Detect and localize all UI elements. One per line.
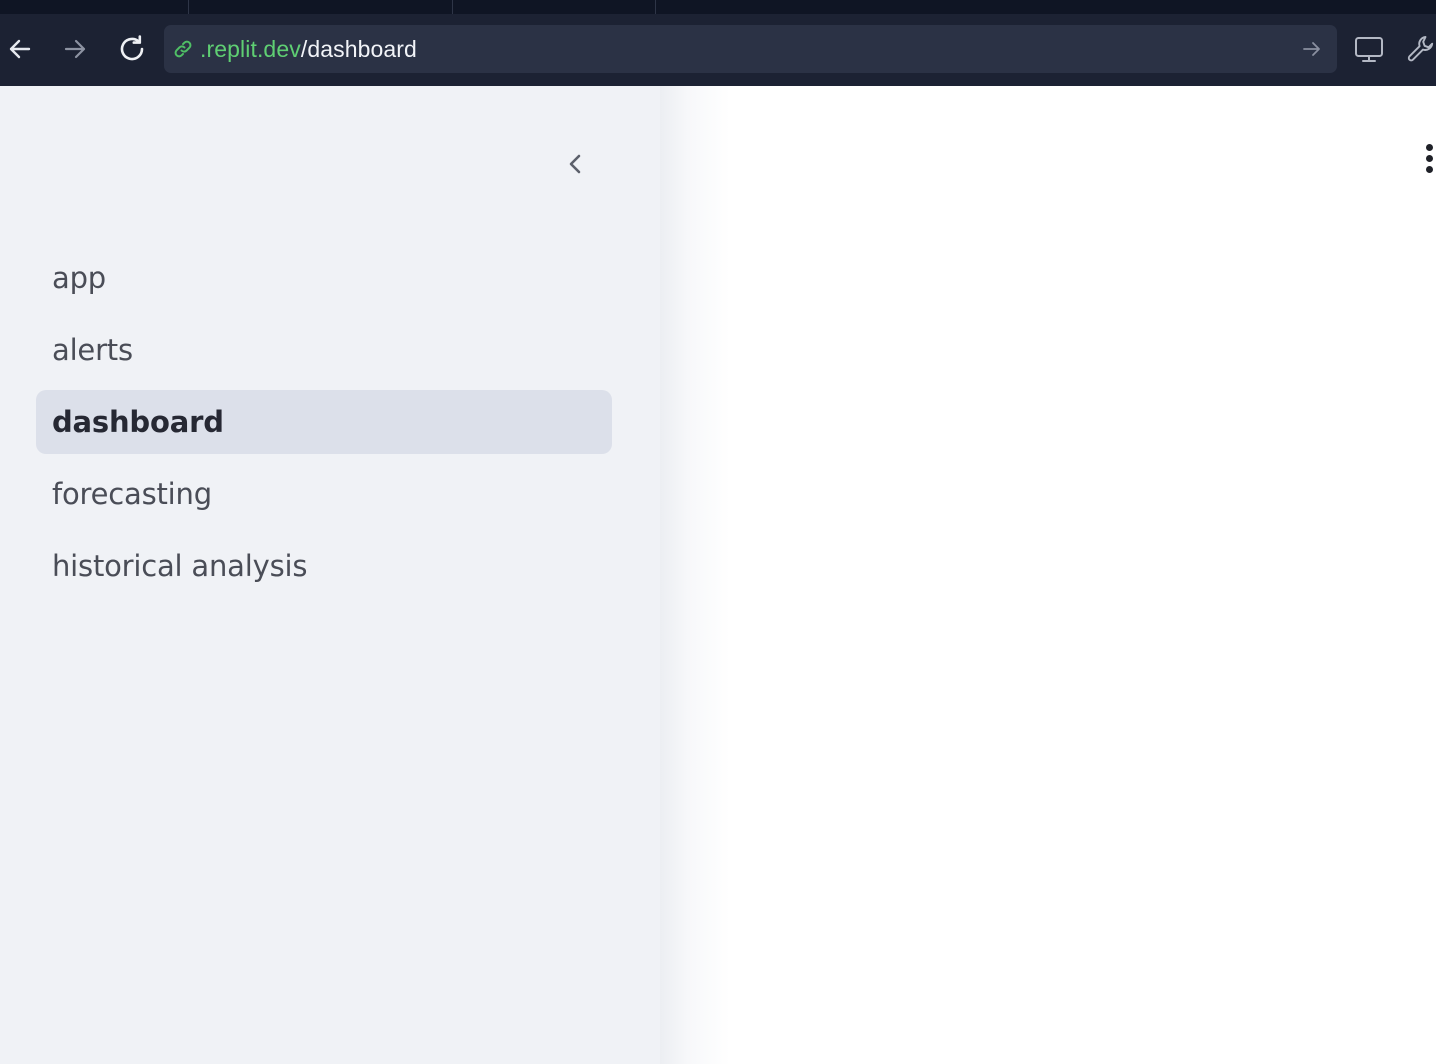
main-menu-button[interactable] [1418,140,1436,178]
menu-dot [1426,166,1433,173]
back-button[interactable] [3,32,37,66]
sidebar-item-label: alerts [52,333,133,367]
address-bar[interactable]: .replit.dev/dashboard [164,25,1337,73]
sidebar-item-app[interactable]: app [36,246,612,310]
reload-icon [120,35,144,61]
main-content [730,86,1436,1064]
arrow-left-icon [9,39,31,59]
url-text[interactable]: .replit.dev/dashboard [200,36,417,62]
sidebar-shadow [660,86,730,1064]
chevron-left-icon [569,154,581,174]
sidebar-item-dashboard[interactable]: dashboard [36,390,612,454]
wrench-icon [1407,36,1434,62]
sidebar-nav: app alerts dashboard forecasting histori… [36,246,612,606]
tab-divider [452,0,453,14]
menu-dot [1426,144,1433,151]
browser-tab-strip [0,0,1436,14]
forward-button[interactable] [58,32,92,66]
sidebar-item-label: app [52,261,106,295]
url-path: /dashboard [300,36,417,62]
sidebar-item-historical-analysis[interactable]: historical analysis [36,534,612,598]
collapse-sidebar-button[interactable] [556,144,596,184]
devices-button[interactable] [1352,32,1386,66]
reload-button[interactable] [115,32,149,66]
sidebar-item-alerts[interactable]: alerts [36,318,612,382]
devtools-button[interactable] [1404,32,1436,66]
sidebar-item-label: forecasting [52,477,212,511]
sidebar-item-label: historical analysis [52,549,308,583]
browser-toolbar: .replit.dev/dashboard [0,14,1436,86]
sidebar: app alerts dashboard forecasting histori… [0,86,660,1064]
tab-divider [655,0,656,14]
arrow-right-icon [64,39,86,59]
link-icon [174,40,192,58]
url-host: .replit.dev [200,36,301,62]
sidebar-item-forecasting[interactable]: forecasting [36,462,612,526]
monitor-icon [1355,37,1383,62]
menu-dot [1426,155,1433,162]
go-arrow-icon[interactable] [1301,38,1323,60]
tab-divider [188,0,189,14]
sidebar-item-label: dashboard [52,405,224,439]
